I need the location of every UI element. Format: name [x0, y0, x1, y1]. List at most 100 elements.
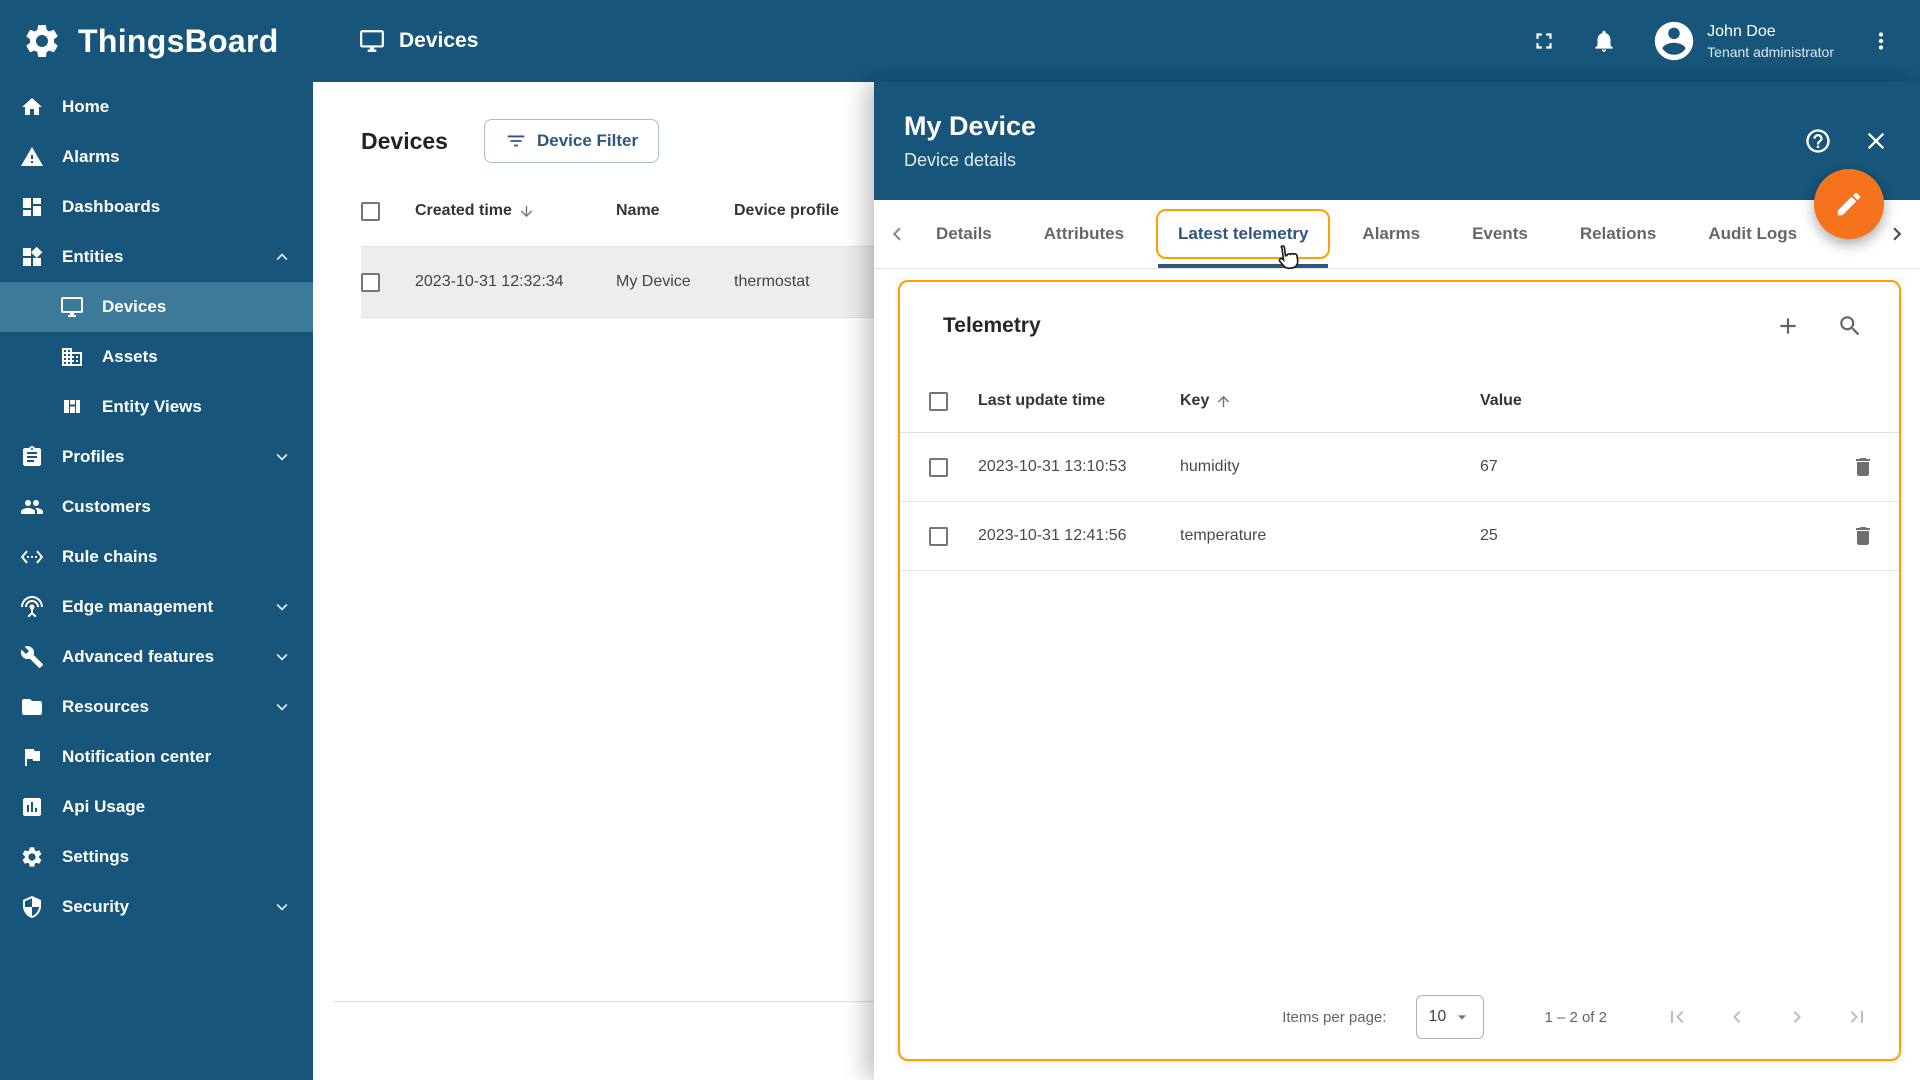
tab-latest-telemetry[interactable]: Latest telemetry [1150, 200, 1336, 268]
column-last-update-time[interactable]: Last update time [978, 392, 1180, 410]
delete-icon[interactable] [1851, 524, 1875, 548]
drawer-tabs: Details Attributes Latest telemetry Alar… [874, 200, 1920, 269]
tab-alarms[interactable]: Alarms [1336, 200, 1446, 268]
items-per-page-select[interactable]: 10 [1416, 995, 1485, 1039]
drawer-header-text: My Device Device details [904, 111, 1036, 171]
sidebar-item-alarms[interactable]: Alarms [0, 132, 313, 182]
search-icon[interactable] [1837, 313, 1863, 339]
telemetry-row[interactable]: 2023-10-31 13:10:53 humidity 67 [900, 433, 1899, 502]
tabs-scroll-right-icon[interactable] [1884, 221, 1910, 247]
kebab-menu-icon[interactable] [1868, 28, 1894, 54]
cell-last-update-time: 2023-10-31 12:41:56 [978, 527, 1127, 544]
help-icon[interactable] [1804, 127, 1832, 155]
app-name: ThingsBoard [78, 22, 279, 59]
sidebar-item-api-usage[interactable]: Api Usage [0, 782, 313, 832]
tab-relations[interactable]: Relations [1554, 200, 1683, 268]
sidebar-item-edge-management[interactable]: Edge management [0, 582, 313, 632]
next-page-icon[interactable] [1785, 1005, 1809, 1029]
column-value[interactable]: Value [1480, 392, 1815, 410]
column-label: Name [616, 202, 660, 219]
notifications-bell-icon[interactable] [1591, 28, 1617, 54]
topbar-actions: John Doe Tenant administrator [1531, 18, 1894, 64]
sidebar-item-settings[interactable]: Settings [0, 832, 313, 882]
sidebar-item-profiles[interactable]: Profiles [0, 432, 313, 482]
column-key[interactable]: Key [1180, 392, 1480, 410]
sidebar-item-label: Settings [62, 847, 130, 866]
sidebar-item-label: Security [62, 897, 130, 916]
items-per-page-label: Items per page: [1282, 1008, 1387, 1026]
row-checkbox[interactable] [361, 272, 380, 292]
fullscreen-icon[interactable] [1531, 28, 1557, 54]
add-telemetry-icon[interactable] [1775, 313, 1801, 339]
column-label: Created time [415, 202, 512, 219]
sidebar-item-label: Rule chains [62, 547, 158, 566]
chevron-up-icon [276, 253, 288, 261]
sidebar-item-label: Resources [62, 697, 149, 716]
cell-created-time: 2023-10-31 12:32:34 [415, 273, 564, 290]
tab-audit-logs[interactable]: Audit Logs [1682, 200, 1823, 268]
sidebar-item-label: Assets [102, 347, 158, 366]
cell-name: My Device [616, 273, 691, 290]
column-label: Device profile [734, 202, 839, 219]
telemetry-actions [1775, 313, 1863, 339]
tab-details[interactable]: Details [910, 200, 1018, 268]
sidebar-item-rule-chains[interactable]: Rule chains [0, 532, 313, 582]
edit-device-fab[interactable] [1814, 169, 1884, 239]
user-role: Tenant administrator [1707, 43, 1834, 60]
tab-attributes[interactable]: Attributes [1018, 200, 1150, 268]
row-checkbox[interactable] [929, 526, 948, 546]
close-icon[interactable] [1862, 127, 1890, 155]
first-page-icon[interactable] [1665, 1005, 1689, 1029]
edit-pencil-icon [1837, 192, 1861, 216]
select-all-checkbox[interactable] [361, 201, 380, 221]
select-all-checkbox[interactable] [929, 391, 948, 411]
sort-asc-icon [1218, 395, 1230, 407]
device-filter-button[interactable]: Device Filter [483, 119, 660, 163]
user-menu[interactable]: John Doe Tenant administrator [1651, 18, 1834, 64]
pagination-nav [1665, 1005, 1869, 1029]
user-name: John Doe [1707, 22, 1776, 40]
sidebar-item-label: Customers [62, 497, 151, 516]
drawer-body: Telemetry Last update time Key Value 202… [874, 269, 1920, 1080]
tab-events[interactable]: Events [1446, 200, 1554, 268]
edge-management-icon [21, 596, 43, 618]
sidebar-item-label: Advanced features [62, 647, 215, 666]
drawer-header: My Device Device details [874, 82, 1920, 200]
sidebar-item-customers[interactable]: Customers [0, 482, 313, 532]
pagination-range: 1 – 2 of 2 [1544, 1008, 1607, 1026]
sidebar-item-assets[interactable]: Assets [0, 332, 313, 382]
cell-last-update-time: 2023-10-31 13:10:53 [978, 458, 1127, 475]
row-checkbox[interactable] [929, 457, 948, 477]
column-created-time[interactable]: Created time [415, 202, 616, 220]
delete-icon[interactable] [1851, 455, 1875, 479]
sidebar-item-resources[interactable]: Resources [0, 682, 313, 732]
entities-icon [23, 246, 43, 266]
telemetry-table-header: Last update time Key Value [900, 370, 1899, 433]
column-name[interactable]: Name [616, 202, 734, 220]
sidebar-item-home[interactable]: Home [0, 82, 313, 132]
sidebar-item-dashboards[interactable]: Dashboards [0, 182, 313, 232]
sidebar-item-entity-views[interactable]: Entity Views [0, 382, 313, 432]
telemetry-title: Telemetry [943, 314, 1041, 337]
sidebar-item-notification-center[interactable]: Notification center [0, 732, 313, 782]
column-label: Key [1180, 392, 1210, 409]
sidebar-item-entities[interactable]: Entities [0, 232, 313, 282]
sidebar-item-security[interactable]: Security [0, 882, 313, 932]
sidebar-item-devices[interactable]: Devices [0, 282, 313, 332]
app-logo[interactable]: ThingsBoard [0, 0, 313, 82]
home-icon [22, 98, 42, 115]
last-page-icon[interactable] [1845, 1005, 1869, 1029]
sidebar-item-label: Home [62, 97, 110, 116]
sidebar: ThingsBoard Home Alarms Dashboards Entit… [0, 0, 313, 1080]
device-filter-label: Device Filter [536, 131, 639, 150]
telemetry-row[interactable]: 2023-10-31 12:41:56 temperature 25 [900, 502, 1899, 571]
notification-center-icon [25, 749, 40, 766]
resources-icon [22, 699, 42, 715]
cell-key: temperature [1180, 527, 1267, 544]
tabs-scroll-left-icon[interactable] [884, 221, 910, 247]
sidebar-item-advanced-features[interactable]: Advanced features [0, 632, 313, 682]
thingsboard-logo-icon [26, 25, 58, 57]
dropdown-arrow-icon [1458, 1015, 1467, 1020]
previous-page-icon[interactable] [1725, 1005, 1749, 1029]
sidebar-item-label: Entity Views [102, 397, 202, 416]
